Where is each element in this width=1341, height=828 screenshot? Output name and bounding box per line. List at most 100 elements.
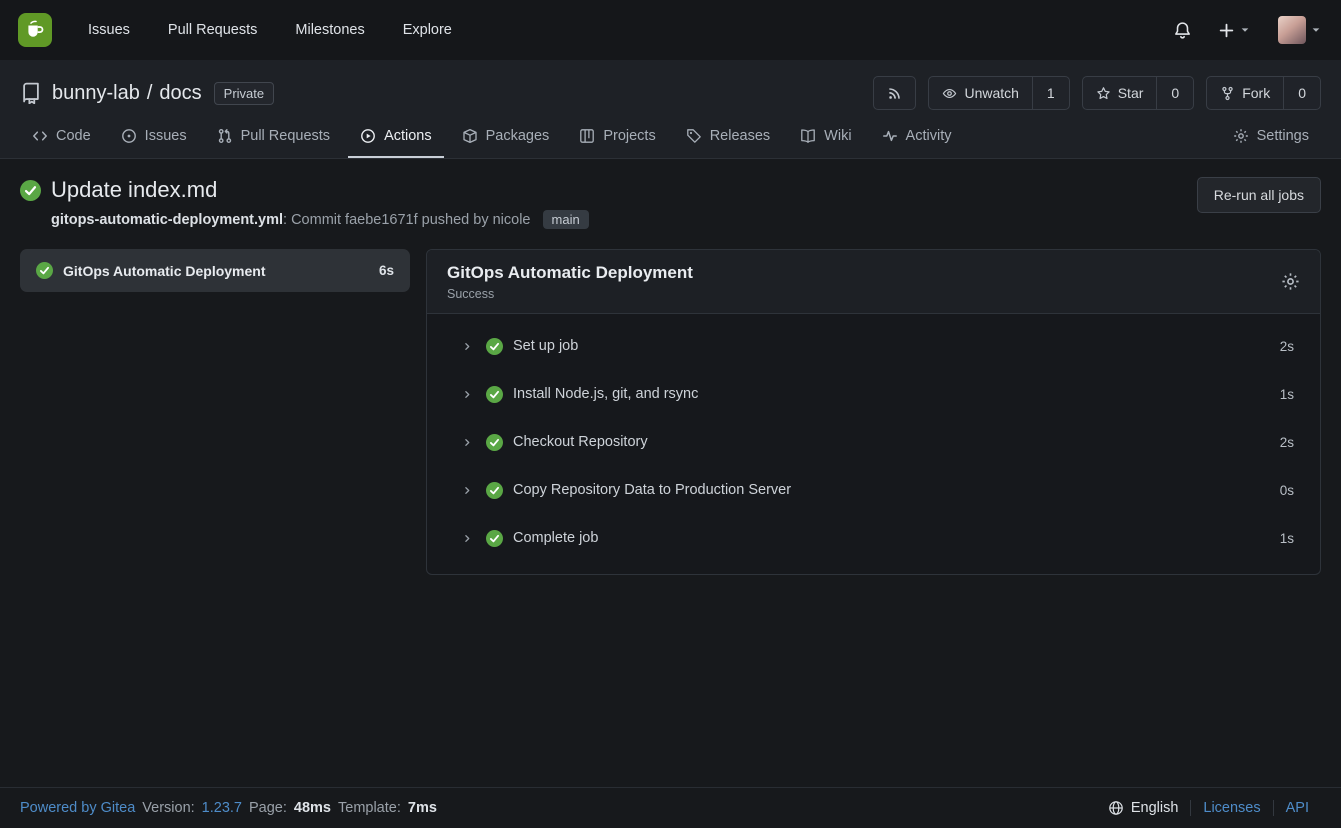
step-name: Install Node.js, git, and rsync <box>513 386 698 402</box>
tab-actions[interactable]: Actions <box>348 118 444 158</box>
chevron-right-icon <box>461 484 474 497</box>
step-name: Set up job <box>513 338 578 354</box>
nav-item-pull-requests[interactable]: Pull Requests <box>168 22 257 38</box>
template-time-value: 7ms <box>408 800 437 816</box>
repo-name-link[interactable]: docs <box>159 82 201 105</box>
job-duration: 6s <box>379 263 394 278</box>
stars-count[interactable]: 0 <box>1156 77 1193 109</box>
step-row[interactable]: Checkout Repository 2s <box>427 418 1320 466</box>
code-icon <box>32 128 48 144</box>
navbar-links: Issues Pull Requests Milestones Explore <box>88 22 452 38</box>
chevron-down-icon <box>1238 23 1252 37</box>
chevron-right-icon <box>461 532 474 545</box>
tab-label: Projects <box>603 128 655 144</box>
step-row[interactable]: Install Node.js, git, and rsync 1s <box>427 370 1320 418</box>
navbar-right <box>1173 16 1323 44</box>
repo-title-row: bunny-lab / docs Private Unwatch 1 <box>20 76 1321 110</box>
teacup-icon <box>23 18 47 42</box>
repo-owner-link[interactable]: bunny-lab <box>52 82 140 105</box>
tab-releases[interactable]: Releases <box>674 118 782 158</box>
tab-code[interactable]: Code <box>20 118 103 158</box>
star-button[interactable]: Star <box>1083 77 1157 109</box>
globe-icon <box>1108 800 1124 816</box>
workflow-file-link[interactable]: gitops-automatic-deployment.yml <box>51 212 283 228</box>
step-row[interactable]: Set up job 2s <box>427 322 1320 370</box>
tab-label: Issues <box>145 128 187 144</box>
step-row[interactable]: Complete job 1s <box>427 514 1320 562</box>
step-row[interactable]: Copy Repository Data to Production Serve… <box>427 466 1320 514</box>
step-duration: 0s <box>1280 483 1294 498</box>
tab-label: Packages <box>486 128 550 144</box>
notifications-button[interactable] <box>1173 21 1192 40</box>
tab-projects[interactable]: Projects <box>567 118 667 158</box>
package-icon <box>462 128 478 144</box>
tab-activity[interactable]: Activity <box>870 118 964 158</box>
forks-count[interactable]: 0 <box>1283 77 1320 109</box>
project-board-icon <box>579 128 595 144</box>
watch-button-group: Unwatch 1 <box>928 76 1069 110</box>
repo-action-buttons: Unwatch 1 Star 0 <box>873 76 1321 110</box>
top-navbar: Issues Pull Requests Milestones Explore <box>0 0 1341 60</box>
chevron-right-icon <box>461 340 474 353</box>
nav-item-explore[interactable]: Explore <box>403 22 452 38</box>
step-name: Copy Repository Data to Production Serve… <box>513 482 791 498</box>
tab-settings[interactable]: Settings <box>1221 118 1321 158</box>
step-duration: 2s <box>1280 339 1294 354</box>
run-body: GitOps Automatic Deployment 6s GitOps Au… <box>20 249 1321 575</box>
nav-item-issues[interactable]: Issues <box>88 22 130 38</box>
api-link[interactable]: API <box>1286 800 1309 816</box>
tab-pull-requests[interactable]: Pull Requests <box>205 118 342 158</box>
plus-icon <box>1218 22 1235 39</box>
tab-label: Code <box>56 128 91 144</box>
footer-left: Powered by Gitea Version: 1.23.7 Page: 4… <box>20 800 437 816</box>
chevron-down-icon <box>1309 23 1323 37</box>
tab-wiki[interactable]: Wiki <box>788 118 863 158</box>
status-text: Success <box>447 287 693 301</box>
footer-api: API <box>1273 800 1321 816</box>
rss-button[interactable] <box>873 76 916 110</box>
watchers-count[interactable]: 1 <box>1032 77 1069 109</box>
chevron-right-icon <box>461 388 474 401</box>
user-menu-button[interactable] <box>1278 16 1323 44</box>
step-name: Complete job <box>513 530 598 546</box>
create-new-button[interactable] <box>1218 22 1252 39</box>
tab-issues[interactable]: Issues <box>109 118 199 158</box>
job-options-button[interactable] <box>1281 272 1300 291</box>
unwatch-label: Unwatch <box>964 85 1018 101</box>
commit-info: : Commit faebe1671f pushed by nicole <box>283 212 530 228</box>
play-circle-icon <box>360 128 376 144</box>
template-time-label: Template: <box>338 800 401 816</box>
star-label: Star <box>1118 85 1144 101</box>
rerun-all-jobs-button[interactable]: Re-run all jobs <box>1197 177 1321 213</box>
breadcrumb: bunny-lab / docs <box>52 82 202 105</box>
fork-button[interactable]: Fork <box>1207 77 1283 109</box>
version-link[interactable]: 1.23.7 <box>202 800 242 816</box>
job-list-item[interactable]: GitOps Automatic Deployment 6s <box>20 249 410 292</box>
branch-badge[interactable]: main <box>543 210 589 229</box>
star-icon <box>1096 86 1111 101</box>
page-footer: Powered by Gitea Version: 1.23.7 Page: 4… <box>0 787 1341 828</box>
job-detail-title: GitOps Automatic Deployment <box>447 262 693 284</box>
success-check-icon <box>36 262 53 279</box>
nav-item-milestones[interactable]: Milestones <box>295 22 364 38</box>
success-check-icon <box>486 434 503 451</box>
gitea-logo[interactable] <box>18 13 52 47</box>
visibility-badge: Private <box>214 82 274 105</box>
fork-button-group: Fork 0 <box>1206 76 1321 110</box>
bell-icon <box>1173 21 1192 40</box>
eye-icon <box>942 86 957 101</box>
tab-label: Activity <box>906 128 952 144</box>
language-selector[interactable]: English <box>1096 800 1191 816</box>
success-check-icon <box>486 482 503 499</box>
run-header-left: Update index.md gitops-automatic-deploym… <box>20 177 589 229</box>
powered-by-link[interactable]: Powered by Gitea <box>20 800 135 816</box>
run-subtitle: gitops-automatic-deployment.yml: Commit … <box>51 210 589 229</box>
tab-packages[interactable]: Packages <box>450 118 562 158</box>
page-time-label: Page: <box>249 800 287 816</box>
page-title: Update index.md <box>51 177 217 203</box>
success-check-icon <box>486 386 503 403</box>
success-check-icon <box>20 180 41 201</box>
unwatch-button[interactable]: Unwatch <box>929 77 1031 109</box>
licenses-link[interactable]: Licenses <box>1203 800 1260 816</box>
success-check-icon <box>486 338 503 355</box>
